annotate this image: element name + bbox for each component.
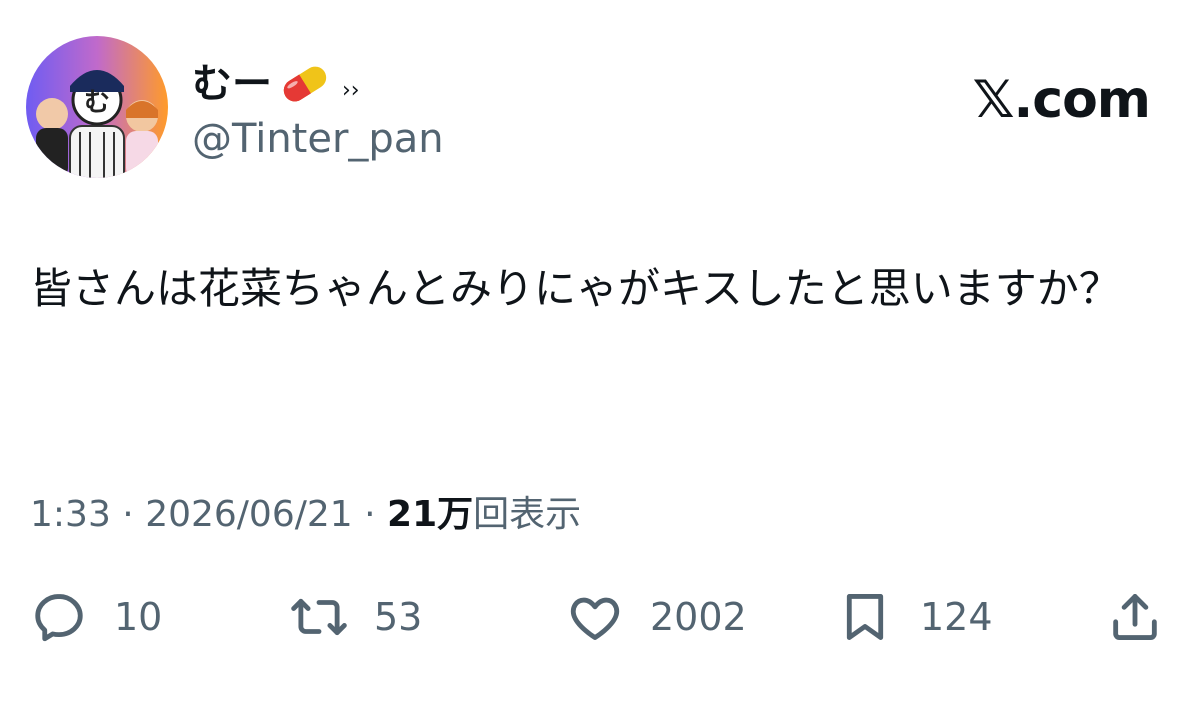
repost-icon: [291, 598, 347, 636]
tweet-meta: 1:33 · 2026/06/21 · 21万回表示: [30, 488, 581, 542]
bookmark-icon: [846, 594, 884, 640]
meta-separator: ·: [364, 494, 388, 535]
reply-icon: [35, 594, 83, 642]
reply-button[interactable]: 10: [30, 582, 162, 652]
tweet-date[interactable]: 2026/06/21: [145, 494, 353, 535]
avatar[interactable]: む: [26, 36, 168, 178]
avatar-glyph: む: [84, 88, 110, 118]
avatar-image: む: [26, 36, 168, 178]
views-label: 回表示: [473, 494, 582, 535]
like-button[interactable]: 2002: [566, 582, 747, 652]
meta-separator: ·: [122, 494, 146, 535]
pill-emoji-icon: [283, 66, 327, 102]
tweet-time[interactable]: 1:33: [30, 494, 111, 535]
x-brand-logo: 𝕏.com: [972, 70, 1151, 130]
action-bar: 10 53 2002 124: [0, 582, 1200, 652]
heart-icon: [570, 597, 620, 640]
bookmark-button[interactable]: 124: [836, 582, 993, 652]
user-handle[interactable]: @Tinter_pan: [192, 114, 444, 164]
repost-button[interactable]: 53: [290, 582, 422, 652]
name-suffix-mark: ››: [342, 78, 360, 103]
display-name-text: むー: [192, 61, 272, 107]
share-button[interactable]: [1106, 582, 1164, 652]
display-name[interactable]: むー ››: [192, 52, 360, 116]
share-icon: [1113, 594, 1157, 640]
like-count: 2002: [650, 595, 747, 639]
repost-count: 53: [374, 595, 423, 639]
bookmark-count: 124: [920, 595, 993, 639]
tweet-text: 皆さんは花菜ちゃんとみりにゃがキスしたと思いますか？: [30, 264, 1121, 313]
views-count: 21万: [387, 494, 474, 535]
reply-count: 10: [114, 595, 163, 639]
